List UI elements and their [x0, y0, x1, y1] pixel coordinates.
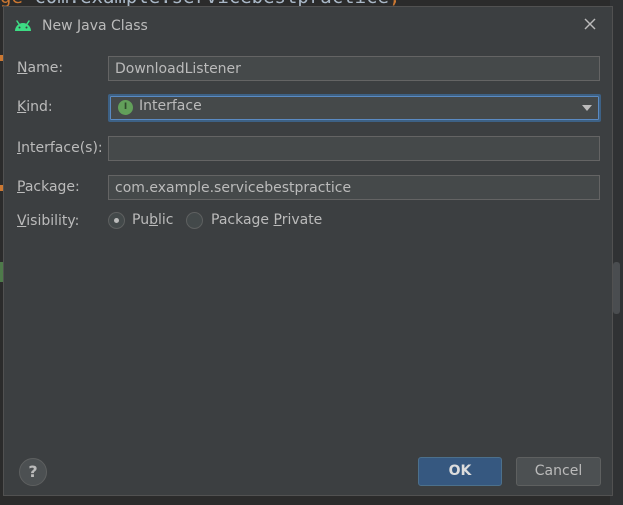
editor-scrollbar-thumb[interactable]	[613, 262, 620, 314]
new-java-class-dialog: New Java Class Name: Kind: I Interface I…	[3, 6, 613, 496]
visibility-label: Visibility:	[17, 213, 80, 229]
package-private-radio[interactable]	[186, 212, 203, 229]
chevron-down-icon[interactable]	[582, 105, 592, 111]
help-icon[interactable]: ?	[19, 458, 47, 486]
kind-selected-value: Interface	[139, 98, 202, 114]
ok-button[interactable]: OK	[418, 457, 502, 486]
kind-label: Kind:	[17, 99, 53, 115]
interface-kind-icon: I	[118, 100, 133, 115]
public-radio-label[interactable]: Public	[132, 212, 173, 228]
name-label: Name:	[17, 60, 64, 76]
kind-dropdown[interactable]: I Interface	[108, 94, 601, 122]
interfaces-label: Interface(s):	[17, 140, 103, 156]
interfaces-input[interactable]	[108, 136, 600, 161]
public-radio[interactable]	[108, 212, 125, 229]
name-input[interactable]	[108, 56, 600, 81]
package-label: Package:	[17, 179, 80, 195]
cancel-button[interactable]: Cancel	[516, 457, 601, 486]
dialog-titlebar[interactable]: New Java Class	[4, 7, 612, 45]
package-input[interactable]	[108, 175, 600, 200]
package-private-radio-label[interactable]: Package Private	[211, 212, 322, 228]
close-icon[interactable]	[582, 16, 598, 32]
android-icon	[15, 20, 31, 31]
dialog-title: New Java Class	[42, 18, 148, 34]
